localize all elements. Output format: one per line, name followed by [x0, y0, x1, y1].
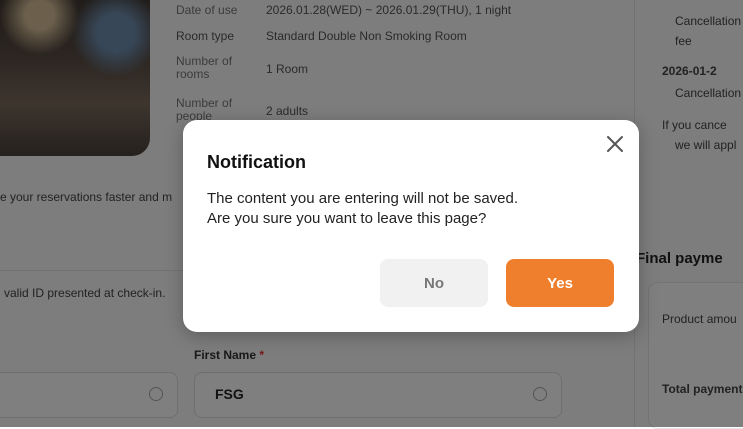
dialog-message-line-1: The content you are entering will not be…: [207, 190, 519, 207]
dialog-message: The content you are entering will not be…: [207, 189, 607, 229]
yes-button[interactable]: Yes: [506, 259, 614, 307]
dialog-title: Notification: [207, 152, 306, 172]
close-button[interactable]: [605, 134, 625, 154]
dialog-message-line-2: Are you sure you want to leave this page…: [207, 210, 487, 227]
notification-dialog: Notification The content you are enterin…: [183, 120, 639, 332]
close-icon: [607, 136, 623, 152]
no-button[interactable]: No: [380, 259, 488, 307]
